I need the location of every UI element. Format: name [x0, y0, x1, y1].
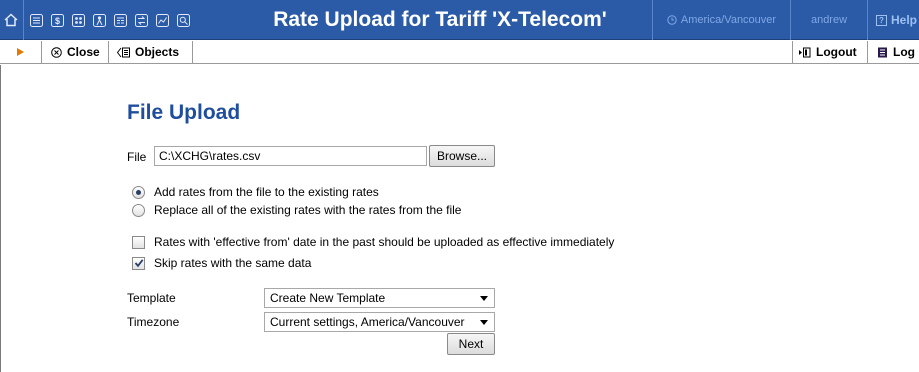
list-icon[interactable]: [28, 12, 44, 28]
file-label: File: [127, 150, 147, 164]
checkbox-effective-immediately-label: Rates with 'effective from' date in the …: [154, 235, 615, 249]
file-path-input[interactable]: [154, 146, 427, 166]
log-label: Log: [893, 45, 915, 59]
toolbar-toggle[interactable]: [0, 41, 42, 63]
checkbox-effective-immediately-control[interactable]: [132, 235, 145, 249]
chart-icon[interactable]: [154, 12, 170, 28]
radio-add-rates[interactable]: Add rates from the file to the existing …: [132, 185, 379, 199]
radio-add-rates-control[interactable]: [132, 185, 145, 199]
timezone-link[interactable]: America/Vancouver: [653, 0, 790, 40]
page-title: Rate Upload for Tariff 'X-Telecom': [273, 8, 607, 31]
play-arrow-icon: [17, 45, 24, 59]
toolbar: Close Objects Logout Log: [0, 41, 919, 64]
home-icon[interactable]: [3, 12, 19, 28]
close-label: Close: [67, 45, 100, 59]
next-button[interactable]: Next: [447, 333, 495, 355]
radio-replace-rates-control[interactable]: [132, 203, 145, 217]
main-content: File Upload File Browse... Add rates fro…: [0, 65, 919, 372]
logout-button[interactable]: Logout: [792, 41, 868, 63]
logout-label: Logout: [816, 45, 857, 59]
browse-button[interactable]: Browse...: [429, 145, 495, 167]
person-icon[interactable]: [91, 12, 107, 28]
timezone-text: America/Vancouver: [680, 14, 777, 26]
timezone-select-value: Current settings, America/Vancouver: [270, 315, 465, 329]
dollar-icon[interactable]: $: [49, 12, 65, 28]
checkbox-effective-immediately[interactable]: Rates with 'effective from' date in the …: [132, 235, 614, 249]
divider: [23, 0, 24, 40]
transfer-icon[interactable]: [133, 12, 149, 28]
username-link[interactable]: andrew: [791, 0, 867, 40]
logout-icon: [799, 47, 811, 58]
template-select[interactable]: Create New Template: [264, 288, 495, 308]
objects-button[interactable]: Objects: [109, 41, 193, 63]
checkbox-skip-same-control[interactable]: [132, 256, 145, 270]
template-select-value: Create New Template: [270, 291, 386, 305]
help-label: Help: [891, 13, 918, 27]
log-icon: [877, 47, 888, 58]
close-button[interactable]: Close: [42, 41, 109, 63]
close-icon: [51, 46, 62, 58]
chevron-down-icon: [480, 296, 488, 301]
help-link[interactable]: ? Help: [868, 0, 919, 40]
radio-replace-rates-label: Replace all of the existing rates with t…: [154, 203, 462, 217]
checkbox-skip-same-label: Skip rates with the same data: [154, 256, 312, 270]
svg-text:$: $: [54, 16, 59, 26]
timezone-select[interactable]: Current settings, America/Vancouver: [264, 312, 495, 332]
template-label: Template: [127, 291, 176, 305]
log-button[interactable]: Log: [868, 41, 919, 63]
clock-icon: [667, 15, 677, 25]
grid-icon[interactable]: [70, 12, 86, 28]
search-icon[interactable]: [175, 12, 191, 28]
checkmark-icon: [134, 259, 143, 268]
checkbox-skip-same[interactable]: Skip rates with the same data: [132, 256, 311, 270]
objects-label: Objects: [135, 45, 180, 59]
chevron-down-icon: [480, 320, 488, 325]
radio-replace-rates[interactable]: Replace all of the existing rates with t…: [132, 203, 461, 217]
timezone-label: Timezone: [127, 315, 180, 329]
radio-add-rates-label: Add rates from the file to the existing …: [154, 185, 379, 199]
calendar-icon[interactable]: [112, 12, 128, 28]
objects-icon: [117, 47, 130, 58]
top-header: $ Rate Upload for Tariff 'X-Telecom' Ame…: [0, 0, 919, 40]
help-icon: ?: [876, 14, 887, 26]
section-heading: File Upload: [127, 101, 241, 124]
